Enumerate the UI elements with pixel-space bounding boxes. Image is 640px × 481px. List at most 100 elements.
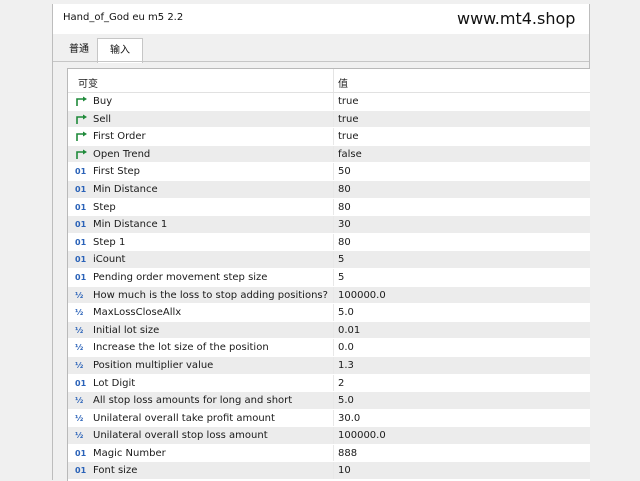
double-icon: ½ [75,343,84,353]
table-row[interactable]: 01 Step 80 [68,198,590,217]
row-column-separator [333,409,334,427]
table-row[interactable]: 01 iCount 5 [68,251,590,269]
row-value-cell[interactable]: 1.3 [338,360,354,371]
row-value-cell[interactable]: 5.0 [338,395,354,406]
int-icon: 01 [75,448,87,458]
tab-divider [53,61,589,62]
row-value-cell[interactable]: 888 [338,448,357,459]
row-column-separator [333,233,334,251]
table-row[interactable]: Buy true [68,93,590,111]
row-column-separator [333,110,334,128]
row-value-cell[interactable]: false [338,149,362,160]
double-icon: ½ [75,413,84,423]
row-variable-name: Buy [93,96,113,107]
tab-inputs[interactable]: 输入 [97,38,143,63]
double-icon: ½ [75,431,84,441]
table-row[interactable]: 01 Min Distance 1 30 [68,216,590,234]
table-row[interactable]: 01 Font size 10 [68,462,590,481]
double-icon: ½ [75,360,84,370]
window-title: Hand_of_God eu m5 2.2 [63,12,184,23]
table-row[interactable]: 01 First Step 50 [68,163,590,181]
row-column-separator [333,392,334,409]
bool-arrow-icon [75,96,89,107]
table-row[interactable]: First Order true [68,128,590,146]
table-row[interactable]: Open Trend false [68,145,590,164]
row-column-separator [333,268,334,286]
row-column-separator [333,145,334,163]
column-header-variable[interactable]: 可变 [78,75,98,90]
bool-arrow-icon [75,131,89,142]
table-row[interactable]: 01 Pending order movement step size 5 [68,268,590,287]
table-row[interactable]: ½ Position multiplier value 1.3 [68,356,590,375]
int-icon: 01 [75,220,87,230]
row-column-separator [333,93,334,110]
table-row[interactable]: 01 Min Distance 80 [68,180,590,199]
table-header: 可变 值 [68,69,590,93]
table-row[interactable]: 01 Magic Number 888 [68,444,590,463]
row-value-cell[interactable]: 10 [338,465,351,476]
row-column-separator [333,198,334,216]
row-variable-name: Initial lot size [93,324,160,336]
row-column-separator [333,427,334,444]
row-variable-name: First Order [93,131,146,143]
row-value-cell[interactable]: 30.0 [338,413,360,424]
table-row[interactable]: ½ MaxLossCloseAllx 5.0 [68,304,590,322]
row-value-cell[interactable]: 5 [338,254,344,265]
table-row[interactable]: ½ How much is the loss to stop adding pos… [68,286,590,305]
table-row[interactable]: ½ Unilateral overall take profit amount 30… [68,409,590,428]
row-value-cell[interactable]: 100000.0 [338,290,386,301]
table-row[interactable]: Sell true [68,110,590,129]
row-value-cell[interactable]: 50 [338,166,351,177]
row-variable-name: Font size [93,465,138,477]
row-value-cell[interactable]: 2 [338,378,344,389]
row-value-cell[interactable]: true [338,114,359,125]
row-value-cell[interactable]: 0.0 [338,342,354,353]
table-row[interactable]: 01 Lot Digit 2 [68,374,590,393]
row-variable-name: MaxLossCloseAllx [93,307,182,319]
row-value-cell[interactable]: 80 [338,184,351,195]
tab-bar: 普通 输入 [53,38,589,63]
row-variable-name: Lot Digit [93,377,136,389]
row-variable-name: Min Distance [93,183,158,195]
row-column-separator [333,321,334,339]
tab-common[interactable]: 普通 [61,38,97,61]
row-column-separator [333,128,334,145]
column-separator[interactable] [333,69,334,92]
int-icon: 01 [75,237,87,247]
table-row[interactable]: ½ All stop loss amounts for long and shor… [68,392,590,410]
int-icon: 01 [75,255,87,265]
watermark: www.mt4.shop [457,9,576,28]
row-column-separator [333,339,334,356]
row-variable-name: Min Distance 1 [93,219,168,231]
row-column-separator [333,216,334,233]
row-value-cell[interactable]: 5.0 [338,307,354,318]
row-variable-name: iCount [93,254,126,266]
table-row[interactable]: ½ Increase the lot size of the position 0.… [68,339,590,357]
row-value-cell[interactable]: 5 [338,272,344,283]
row-variable-name: Position multiplier value [93,359,214,371]
double-icon: ½ [75,325,84,335]
row-variable-name: Pending order movement step size [93,271,268,283]
row-column-separator [333,304,334,321]
row-variable-name: Step [93,201,116,213]
inputs-table: 可变 值 Buy true Sell true First Order true Open … [67,68,590,481]
row-column-separator [333,356,334,374]
row-value-cell[interactable]: 30 [338,219,351,230]
row-value-cell[interactable]: 100000.0 [338,430,386,441]
double-icon: ½ [75,308,84,318]
table-row[interactable]: ½ Unilateral overall stop loss amount 1000… [68,427,590,445]
row-variable-name: Increase the lot size of the position [93,342,269,354]
table-row[interactable]: 01 Step 1 80 [68,233,590,252]
table-row[interactable]: ½ Initial lot size 0.01 [68,321,590,340]
row-value-cell[interactable]: 80 [338,237,351,248]
int-icon: 01 [75,378,87,388]
row-value-cell[interactable]: 80 [338,202,351,213]
row-column-separator [333,374,334,392]
row-value-cell[interactable]: 0.01 [338,325,360,336]
row-column-separator [333,180,334,198]
row-value-cell[interactable]: true [338,96,359,107]
column-header-value[interactable]: 值 [338,75,348,90]
int-icon: 01 [75,184,87,194]
row-value-cell[interactable]: true [338,131,359,142]
inputs-dialog: Hand_of_God eu m5 2.2 www.mt4.shop 普通 输入… [52,4,590,481]
